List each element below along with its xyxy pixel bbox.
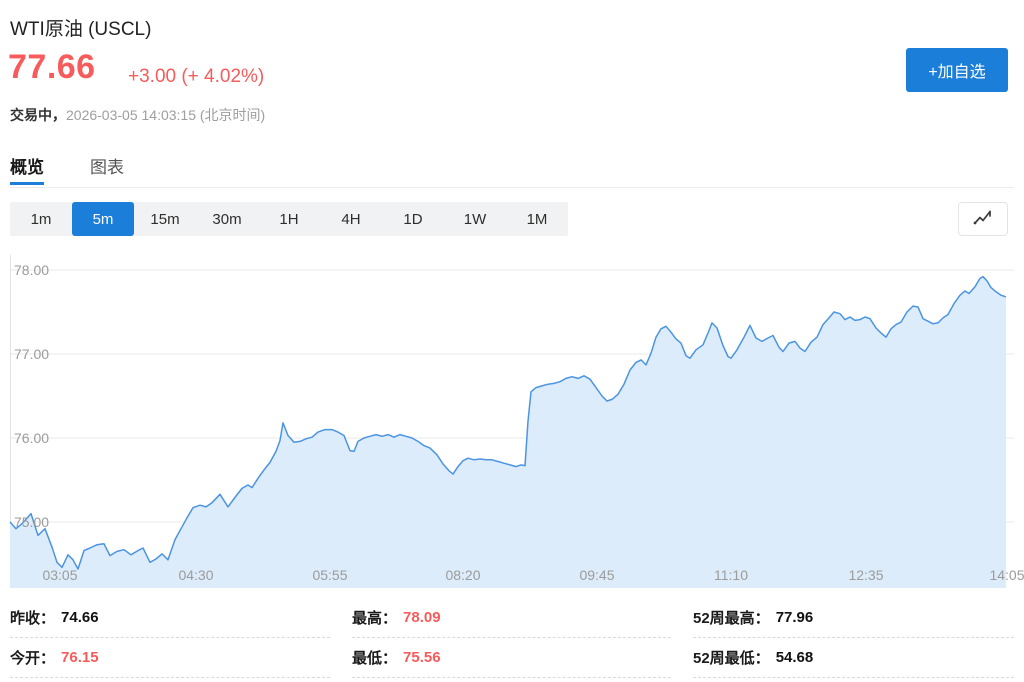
x-axis-label: 04:30	[178, 567, 213, 583]
tab-chart[interactable]: 图表	[90, 153, 124, 178]
y-axis-label: 76.00	[14, 430, 49, 446]
chart-type-button[interactable]	[958, 202, 1008, 236]
interval-1m[interactable]: 1m	[10, 202, 72, 236]
stat-label: 最低：	[352, 647, 397, 668]
stat-label: 52周最低：	[693, 647, 770, 668]
interval-4h[interactable]: 4H	[320, 202, 382, 236]
quote-stats: 昨收： 74.66 今开： 76.15 最高： 78.09 最低： 75.56 …	[10, 598, 1014, 678]
interval-30m[interactable]: 30m	[196, 202, 258, 236]
tab-overview[interactable]: 概览	[10, 153, 44, 178]
quote-timestamp: 2026-03-05 14:03:15 (北京时间)	[66, 107, 265, 123]
x-axis-label: 05:55	[312, 567, 347, 583]
stat-52w-high: 52周最高： 77.96	[693, 598, 1014, 638]
interval-1w[interactable]: 1W	[444, 202, 506, 236]
instrument-title: WTI原油 (USCL)	[10, 14, 151, 41]
stat-label: 最高：	[352, 607, 397, 628]
x-axis-label: 08:20	[445, 567, 480, 583]
x-axis-label: 14:05	[989, 567, 1024, 583]
trend-line-icon	[972, 209, 994, 230]
interval-1d[interactable]: 1D	[382, 202, 444, 236]
stats-column-1: 昨收： 74.66 今开： 76.15	[10, 598, 330, 678]
stat-value: 74.66	[61, 609, 99, 626]
stat-label: 52周最高：	[693, 607, 770, 628]
last-price: 77.66	[8, 48, 96, 87]
interval-1m-month[interactable]: 1M	[506, 202, 568, 236]
x-axis-label: 11:10	[714, 567, 748, 583]
stat-value: 54.68	[776, 649, 814, 666]
y-axis-label: 75.00	[14, 514, 49, 530]
x-axis-label: 09:45	[579, 567, 614, 583]
active-tab-underline	[10, 182, 44, 185]
tabs-divider	[10, 187, 1014, 188]
stat-open: 今开： 76.15	[10, 638, 330, 678]
stats-column-2: 最高： 78.09 最低： 75.56	[352, 598, 671, 678]
stat-low: 最低： 75.56	[352, 638, 671, 678]
interval-1h[interactable]: 1H	[258, 202, 320, 236]
area-fill	[10, 277, 1006, 588]
add-watchlist-button[interactable]: +加自选	[906, 48, 1008, 92]
stat-label: 昨收：	[10, 607, 55, 628]
interval-15m[interactable]: 15m	[134, 202, 196, 236]
x-axis-label: 12:35	[848, 567, 883, 583]
trading-status-row: 交易中，2026-03-05 14:03:15 (北京时间)	[10, 105, 265, 125]
y-axis-label: 78.00	[14, 262, 49, 278]
stat-label: 今开：	[10, 647, 55, 668]
x-axis-label: 03:05	[42, 567, 77, 583]
y-axis-label: 77.00	[14, 346, 49, 362]
stat-value: 75.56	[403, 649, 441, 666]
interval-selector: 1m 5m 15m 30m 1H 4H 1D 1W 1M	[10, 202, 568, 236]
stat-prev-close: 昨收： 74.66	[10, 598, 330, 638]
price-area-chart: 78.00 77.00 76.00 75.00 03:05 04:30 05:55 08:20…	[0, 255, 1024, 590]
price-change: +3.00 (+ 4.02%)	[128, 66, 264, 88]
stat-high: 最高： 78.09	[352, 598, 671, 638]
stat-value: 77.96	[776, 609, 814, 626]
stat-value: 78.09	[403, 609, 441, 626]
interval-5m[interactable]: 5m	[72, 202, 134, 236]
stats-column-3: 52周最高： 77.96 52周最低： 54.68	[693, 598, 1014, 678]
trading-status: 交易中，	[10, 107, 66, 123]
quote-page: WTI原油 (USCL) 77.66 +3.00 (+ 4.02%) 交易中，2…	[0, 0, 1024, 682]
stat-value: 76.15	[61, 649, 99, 666]
stat-52w-low: 52周最低： 54.68	[693, 638, 1014, 678]
